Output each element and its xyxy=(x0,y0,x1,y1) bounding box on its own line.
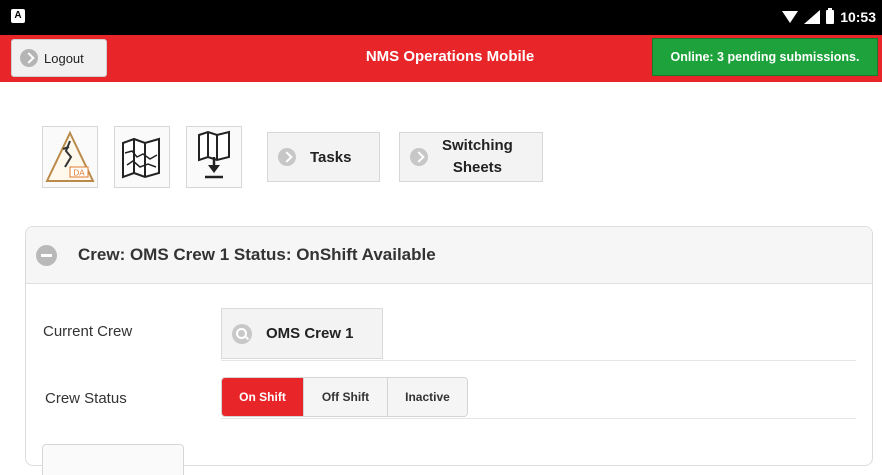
tasks-label: Tasks xyxy=(310,148,352,166)
crew-panel-header[interactable]: Crew: OMS Crew 1 Status: OnShift Availab… xyxy=(26,227,872,284)
collapse-icon[interactable] xyxy=(36,244,57,266)
switching-line-2: Sheets xyxy=(452,159,503,176)
map-download-button[interactable] xyxy=(186,126,242,188)
current-crew-button[interactable]: OMS Crew 1 xyxy=(221,308,383,359)
arrow-icon xyxy=(410,148,428,166)
partial-button[interactable] xyxy=(42,444,184,475)
crew-status-label: Crew Status xyxy=(45,390,127,407)
damage-assessment-button[interactable]: DA xyxy=(42,126,98,188)
damage-assessment-icon: DA xyxy=(45,130,95,182)
logout-button[interactable]: Logout xyxy=(11,39,107,77)
online-status-badge[interactable]: Online: 3 pending submissions. xyxy=(652,38,878,76)
app-title: NMS Operations Mobile xyxy=(365,48,535,65)
map-download-icon xyxy=(198,130,230,179)
system-icons: 10:53 xyxy=(782,8,876,26)
status-option-off-shift[interactable]: Off Shift xyxy=(303,378,387,416)
logout-label: Logout xyxy=(44,50,84,66)
current-crew-value: OMS Crew 1 xyxy=(266,325,354,342)
crew-status-segmented-control: On Shift Off Shift Inactive xyxy=(221,377,468,417)
search-icon xyxy=(232,323,252,344)
arrow-icon xyxy=(20,49,38,67)
crew-panel-title: Crew: OMS Crew 1 Status: OnShift Availab… xyxy=(78,245,436,264)
current-crew-label: Current Crew xyxy=(43,323,133,340)
divider xyxy=(221,360,856,361)
crew-panel: Crew: OMS Crew 1 Status: OnShift Availab… xyxy=(25,226,873,475)
switching-line-1: Switching xyxy=(442,137,513,154)
wifi-icon xyxy=(782,11,799,23)
battery-icon xyxy=(826,8,835,24)
switching-sheets-button[interactable]: Switching Sheets xyxy=(399,132,543,182)
arrow-icon xyxy=(278,148,296,166)
status-option-on-shift[interactable]: On Shift xyxy=(222,378,303,416)
system-status-bar: A 10:53 xyxy=(0,0,882,35)
notification-icon: A xyxy=(11,9,25,23)
signal-icon xyxy=(804,10,821,24)
app-header: Logout NMS Operations Mobile Online: 3 p… xyxy=(0,35,882,82)
divider xyxy=(221,418,856,419)
da-label: DA xyxy=(73,169,85,178)
map-button[interactable] xyxy=(114,126,170,188)
map-icon xyxy=(122,137,160,179)
status-option-inactive[interactable]: Inactive xyxy=(387,378,467,416)
tasks-button[interactable]: Tasks xyxy=(267,132,380,182)
clock: 10:53 xyxy=(840,9,876,25)
switching-sheets-label: Switching Sheets xyxy=(442,135,513,179)
